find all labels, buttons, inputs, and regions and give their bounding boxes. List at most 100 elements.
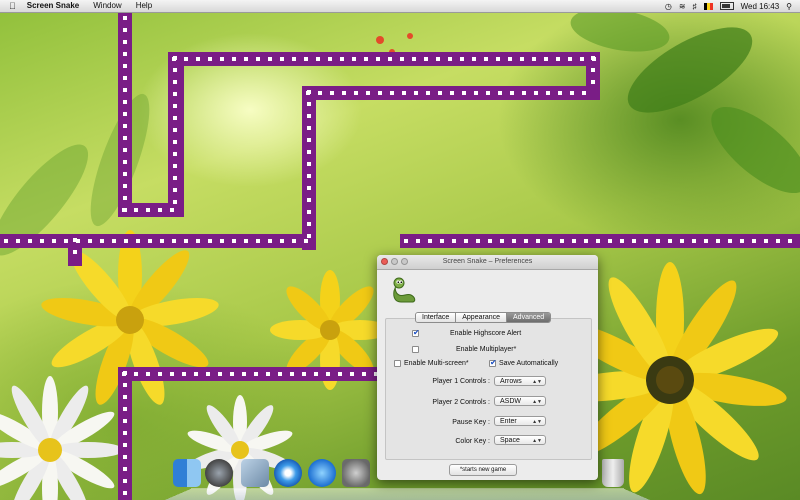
snake-dot [173,80,177,84]
itunes-icon[interactable] [308,459,336,487]
snake-dot [330,91,334,95]
battery-icon[interactable] [719,2,734,10]
clock[interactable]: Wed 16:43 [741,2,780,11]
input-source-flag-icon[interactable] [703,2,713,10]
mail-icon[interactable] [241,459,269,487]
snake-dot [307,198,311,202]
snake-dot [752,239,756,243]
snake-dot [123,467,127,471]
snake-dot [426,91,430,95]
snake-dot [40,239,44,243]
snake-dot [307,234,311,238]
player1-controls-popup[interactable]: Arrows ▲▼ [494,376,546,386]
multi-screen-label: Enable Multi-screen* [404,360,469,367]
safari-icon[interactable] [274,459,302,487]
tab-interface[interactable]: Interface [416,313,457,322]
save-automatically-checkbox[interactable] [489,358,497,367]
snake-dot [123,172,127,176]
snake-dot [123,16,127,20]
snake-dot [668,239,672,243]
multi-screen-checkbox[interactable] [394,360,401,367]
snake-dot [440,239,444,243]
starts-new-game-button[interactable]: *starts new game [449,464,517,476]
snake-app-icon [393,277,416,303]
snake-dot [536,239,540,243]
snake-dot [596,239,600,243]
snake-dot [338,372,342,376]
menu-help[interactable]: Help [129,0,159,12]
snake-dot [582,91,586,95]
snake-dot [158,208,162,212]
snake-dot [184,57,188,61]
highscore-alert-option[interactable]: Enable Highscore Alert [412,328,521,337]
snake-dot [522,91,526,95]
snake-dot [520,57,524,61]
snake-dot [591,80,595,84]
snake-dot [534,91,538,95]
snake-dot [230,372,234,376]
snake-dot [232,239,236,243]
snake-dot [123,184,127,188]
snake-dot [488,239,492,243]
snake-dot [123,124,127,128]
snake-dot [73,238,77,242]
menu-app-name[interactable]: Screen Snake [20,0,86,12]
launchpad-icon[interactable] [205,459,233,487]
preferences-window: Screen Snake – Preferences Interface App… [377,255,598,480]
snake-dot [532,57,536,61]
snake-dot [328,57,332,61]
menu-window[interactable]: Window [86,0,128,12]
snake-dot [438,91,442,95]
snake-dot [4,239,8,243]
tab-advanced[interactable]: Advanced [507,313,551,322]
pause-key-popup[interactable]: Enter ▲▼ [494,416,546,426]
snake-dot [474,91,478,95]
snake-dot [307,210,311,214]
multiplayer-option[interactable]: Enable Multiplayer* [412,346,516,353]
window-titlebar[interactable]: Screen Snake – Preferences [377,255,598,270]
snake-dot [424,57,428,61]
player1-controls-label: Player 1 Controls : [432,378,490,385]
color-key-popup[interactable]: Space ▲▼ [494,435,546,445]
snake-dot [182,372,186,376]
snake-dot [280,57,284,61]
snake-dot [486,91,490,95]
snake-dot [123,455,127,459]
snake-dot [548,239,552,243]
player1-controls-value: Arrows [500,378,522,385]
snake-dot [307,102,311,106]
save-automatically-option[interactable]: Save Automatically [489,358,558,367]
time-machine-icon[interactable]: ◷ [665,2,672,11]
spotlight-icon[interactable]: ⚲ [786,2,792,11]
trash-icon[interactable] [602,459,624,487]
snake-segment [168,52,184,217]
multi-screen-option[interactable]: Enable Multi-screen* [394,360,469,367]
snake-dot [500,239,504,243]
snake-dot [170,372,174,376]
snake-dot [476,239,480,243]
snake-dot [123,40,127,44]
snake-dot [304,239,308,243]
finder-icon[interactable] [173,459,201,487]
snake-dot [123,479,127,483]
volume-icon[interactable]: ♯ [693,2,697,11]
snake-dot [496,57,500,61]
player2-controls-popup[interactable]: ASDW ▲▼ [494,396,546,406]
snake-dot [256,239,260,243]
player2-controls-value: ASDW [500,398,521,405]
snake-dot [244,57,248,61]
tab-appearance[interactable]: Appearance [456,313,508,322]
multiplayer-checkbox[interactable] [412,346,419,353]
snake-dot [326,372,330,376]
apple-menu-icon[interactable]:  [0,0,20,12]
system-preferences-icon[interactable] [342,459,370,487]
snake-dot [220,57,224,61]
snake-dot [307,162,311,166]
highscore-alert-checkbox[interactable] [412,328,420,337]
snake-dot [378,91,382,95]
wifi-icon[interactable]: ≋ [679,2,686,11]
snake-dot [123,148,127,152]
snake-dot [362,372,366,376]
snake-dot [388,57,392,61]
snake-dot [173,140,177,144]
